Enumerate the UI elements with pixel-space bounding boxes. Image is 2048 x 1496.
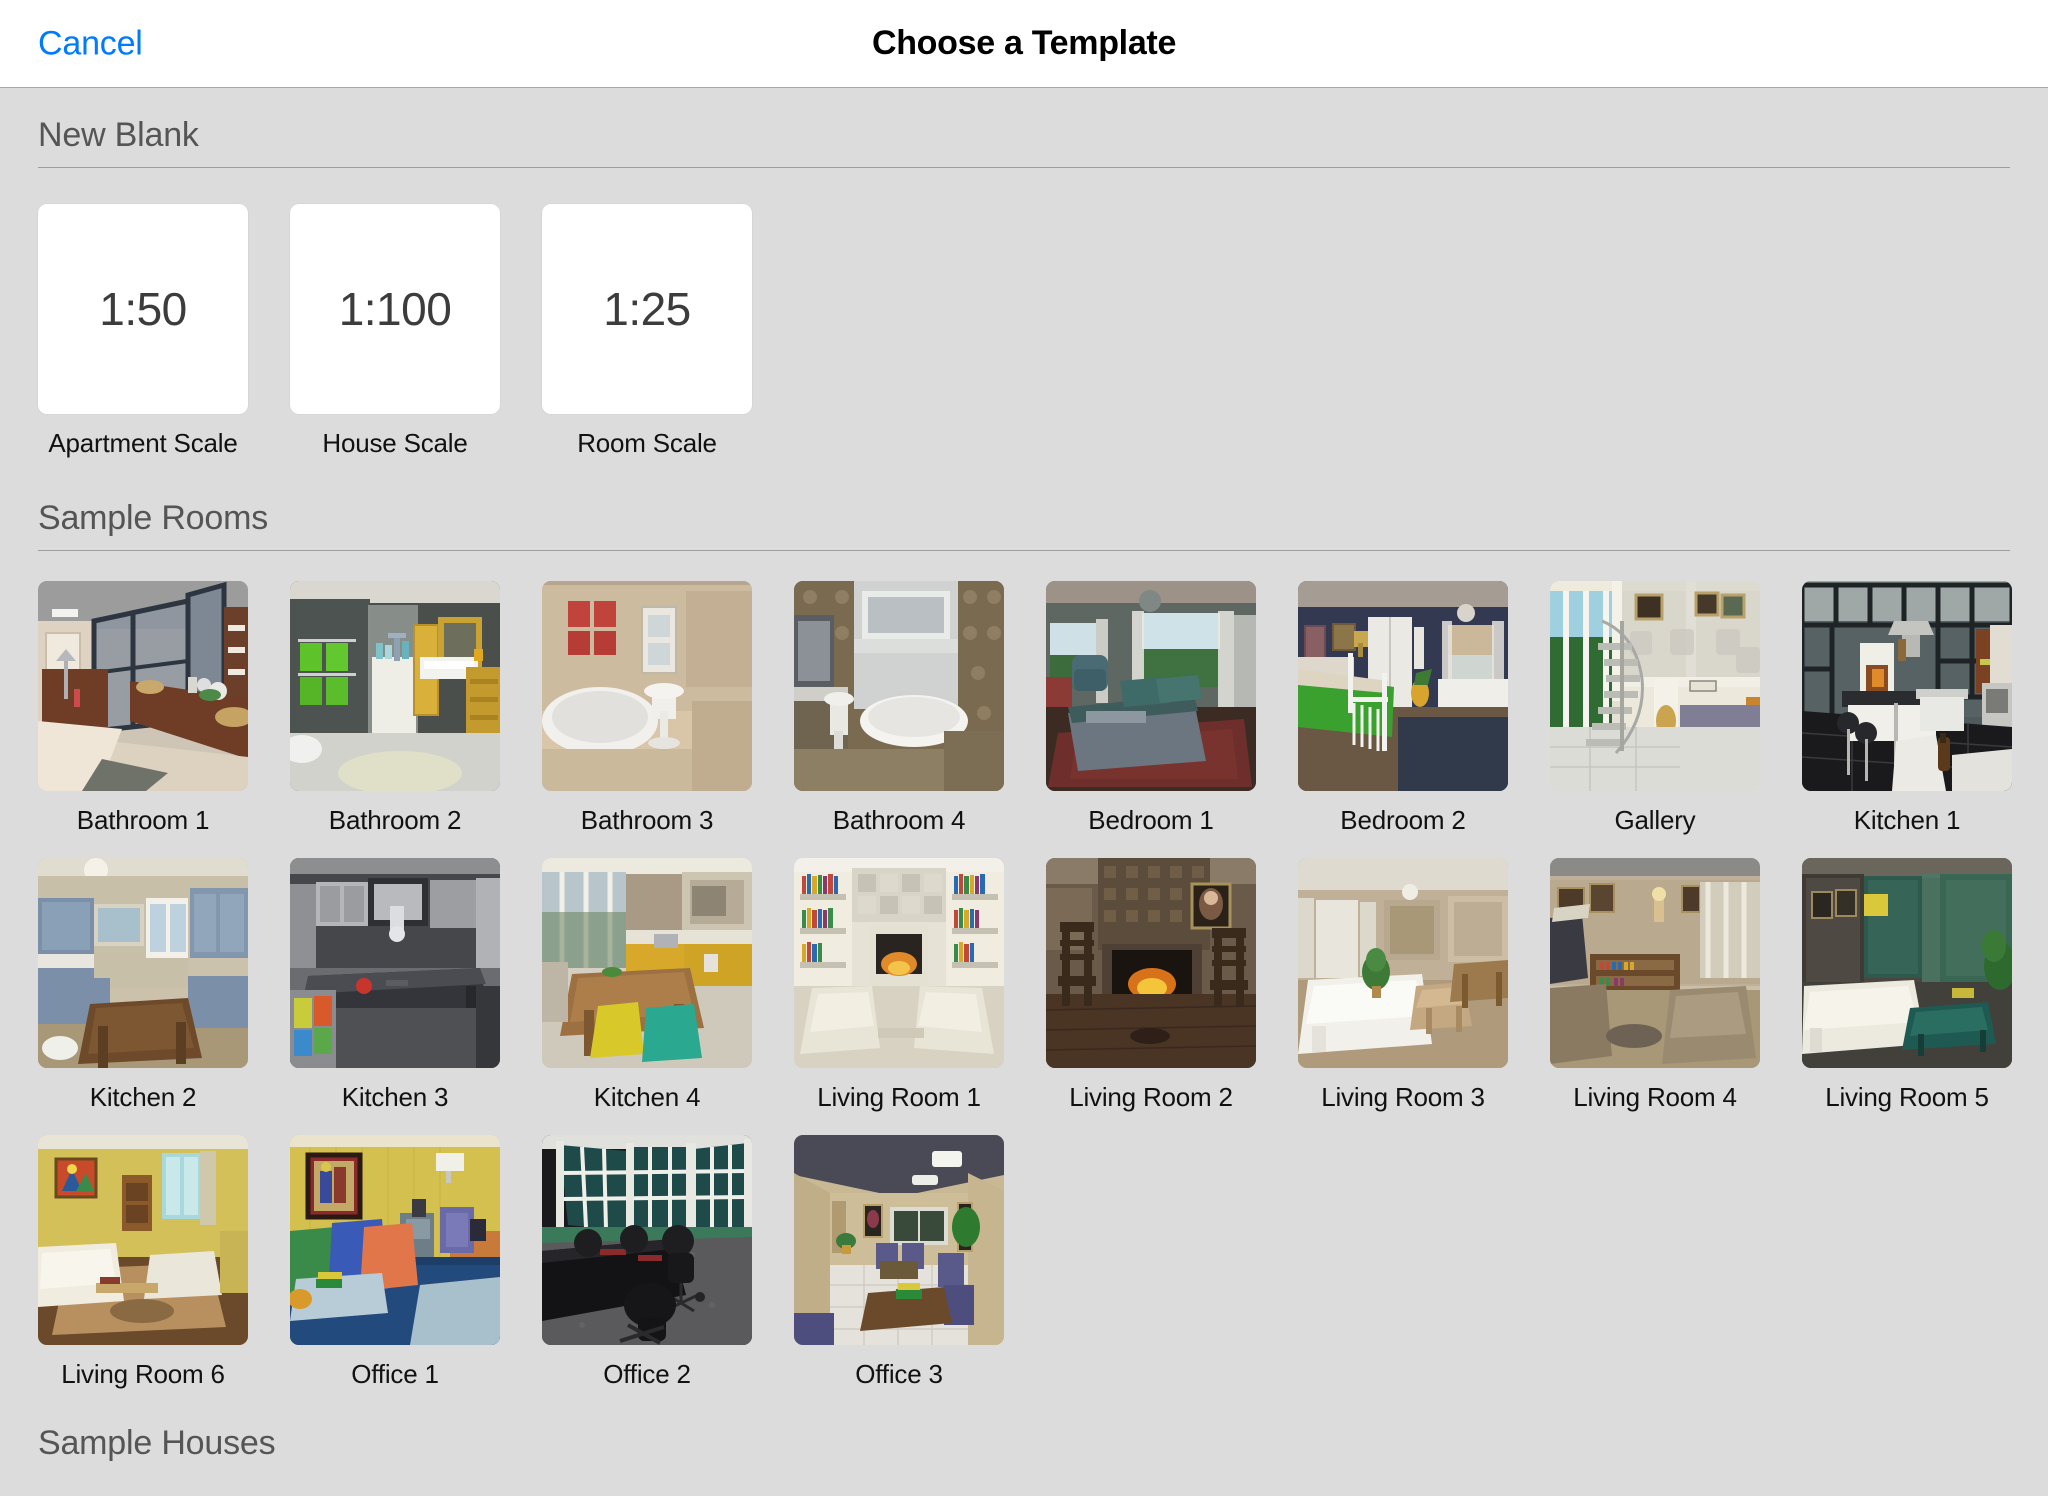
room-label: Bathroom 1 — [76, 805, 210, 835]
room-label: Kitchen 1 — [1853, 805, 1961, 835]
room-scale-value: 1:25 — [603, 283, 691, 335]
template-apartment-scale[interactable]: 1:50 Apartment Scale — [38, 204, 248, 459]
room-label: Office 1 — [351, 1359, 439, 1389]
sample-rooms-grid: Bathroom 1 Bathroom 2 Bathroom 3 Bathroom 4… — [38, 551, 2012, 1390]
room-thumbnail[interactable] — [290, 858, 500, 1068]
room-thumbnail[interactable] — [1550, 581, 1760, 791]
room-scale-card[interactable]: 1:25 — [542, 204, 752, 414]
room-label: Living Room 5 — [1825, 1082, 1989, 1112]
room-thumbnail[interactable] — [1802, 581, 2012, 791]
room-thumbnail[interactable] — [542, 858, 752, 1068]
room-thumbnail[interactable] — [38, 858, 248, 1068]
room-template-office-3[interactable]: Office 3 — [794, 1135, 1004, 1390]
room-label: Living Room 1 — [817, 1082, 981, 1112]
new-blank-row: 1:50 Apartment Scale 1:100 House Scale 1… — [38, 168, 2010, 459]
room-template-living-room-1[interactable]: Living Room 1 — [794, 858, 1004, 1113]
room-thumbnail[interactable] — [38, 1135, 248, 1345]
room-template-bathroom-2[interactable]: Bathroom 2 — [290, 581, 500, 836]
room-label: Kitchen 4 — [593, 1082, 701, 1112]
template-house-scale[interactable]: 1:100 House Scale — [290, 204, 500, 459]
room-thumbnail[interactable] — [1802, 858, 2012, 1068]
room-label: Kitchen 3 — [341, 1082, 449, 1112]
template-room-scale[interactable]: 1:25 Room Scale — [542, 204, 752, 459]
room-thumbnail[interactable] — [1046, 858, 1256, 1068]
room-label: Living Room 3 — [1321, 1082, 1485, 1112]
apartment-scale-value: 1:50 — [99, 283, 187, 335]
room-label: Gallery — [1614, 805, 1696, 835]
section-header-sample-rooms: Sample Rooms — [38, 459, 2010, 551]
room-template-kitchen-2[interactable]: Kitchen 2 — [38, 858, 248, 1113]
room-thumbnail[interactable] — [290, 1135, 500, 1345]
room-template-gallery[interactable]: Gallery — [1550, 581, 1760, 836]
room-label: Living Room 6 — [61, 1359, 225, 1389]
section-header-new-blank: New Blank — [38, 88, 2010, 168]
room-label: Office 2 — [603, 1359, 691, 1389]
page-title: Choose a Template — [871, 24, 1177, 62]
room-template-office-2[interactable]: Office 2 — [542, 1135, 752, 1390]
room-template-bedroom-1[interactable]: Bedroom 1 — [1046, 581, 1256, 836]
room-template-bathroom-1[interactable]: Bathroom 1 — [38, 581, 248, 836]
room-label: Bathroom 4 — [832, 805, 966, 835]
room-thumbnail[interactable] — [1298, 581, 1508, 791]
apartment-scale-card[interactable]: 1:50 — [38, 204, 248, 414]
room-thumbnail[interactable] — [1550, 858, 1760, 1068]
room-thumbnail[interactable] — [1298, 858, 1508, 1068]
room-scale-label: Room Scale — [577, 428, 717, 458]
room-template-kitchen-4[interactable]: Kitchen 4 — [542, 858, 752, 1113]
room-thumbnail[interactable] — [794, 1135, 1004, 1345]
room-thumbnail[interactable] — [290, 581, 500, 791]
room-template-living-room-2[interactable]: Living Room 2 — [1046, 858, 1256, 1113]
apartment-scale-label: Apartment Scale — [48, 428, 238, 458]
room-label: Office 3 — [855, 1359, 943, 1389]
room-thumbnail[interactable] — [542, 1135, 752, 1345]
room-template-office-1[interactable]: Office 1 — [290, 1135, 500, 1390]
room-label: Living Room 2 — [1069, 1082, 1233, 1112]
room-label: Bathroom 3 — [580, 805, 714, 835]
room-label: Living Room 4 — [1573, 1082, 1737, 1112]
room-template-bathroom-4[interactable]: Bathroom 4 — [794, 581, 1004, 836]
room-label: Bedroom 2 — [1340, 805, 1466, 835]
room-template-kitchen-1[interactable]: Kitchen 1 — [1802, 581, 2012, 836]
room-label: Bathroom 2 — [328, 805, 462, 835]
section-header-sample-houses: Sample Houses — [38, 1424, 276, 1462]
room-thumbnail[interactable] — [1046, 581, 1256, 791]
house-scale-card[interactable]: 1:100 — [290, 204, 500, 414]
room-template-living-room-5[interactable]: Living Room 5 — [1802, 858, 2012, 1113]
room-template-bedroom-2[interactable]: Bedroom 2 — [1298, 581, 1508, 836]
room-template-living-room-6[interactable]: Living Room 6 — [38, 1135, 248, 1390]
house-scale-label: House Scale — [322, 428, 468, 458]
room-thumbnail[interactable] — [794, 581, 1004, 791]
room-label: Bedroom 1 — [1088, 805, 1214, 835]
room-thumbnail[interactable] — [38, 581, 248, 791]
room-thumbnail[interactable] — [794, 858, 1004, 1068]
room-thumbnail[interactable] — [542, 581, 752, 791]
room-template-bathroom-3[interactable]: Bathroom 3 — [542, 581, 752, 836]
room-label: Kitchen 2 — [89, 1082, 197, 1112]
house-scale-value: 1:100 — [338, 283, 452, 335]
room-template-kitchen-3[interactable]: Kitchen 3 — [290, 858, 500, 1113]
room-template-living-room-3[interactable]: Living Room 3 — [1298, 858, 1508, 1113]
room-template-living-room-4[interactable]: Living Room 4 — [1550, 858, 1760, 1113]
navigation-bar: Cancel Choose a Template — [0, 0, 2048, 88]
template-scroll-area[interactable]: New Blank 1:50 Apartment Scale 1:100 Hou… — [0, 88, 2048, 1496]
